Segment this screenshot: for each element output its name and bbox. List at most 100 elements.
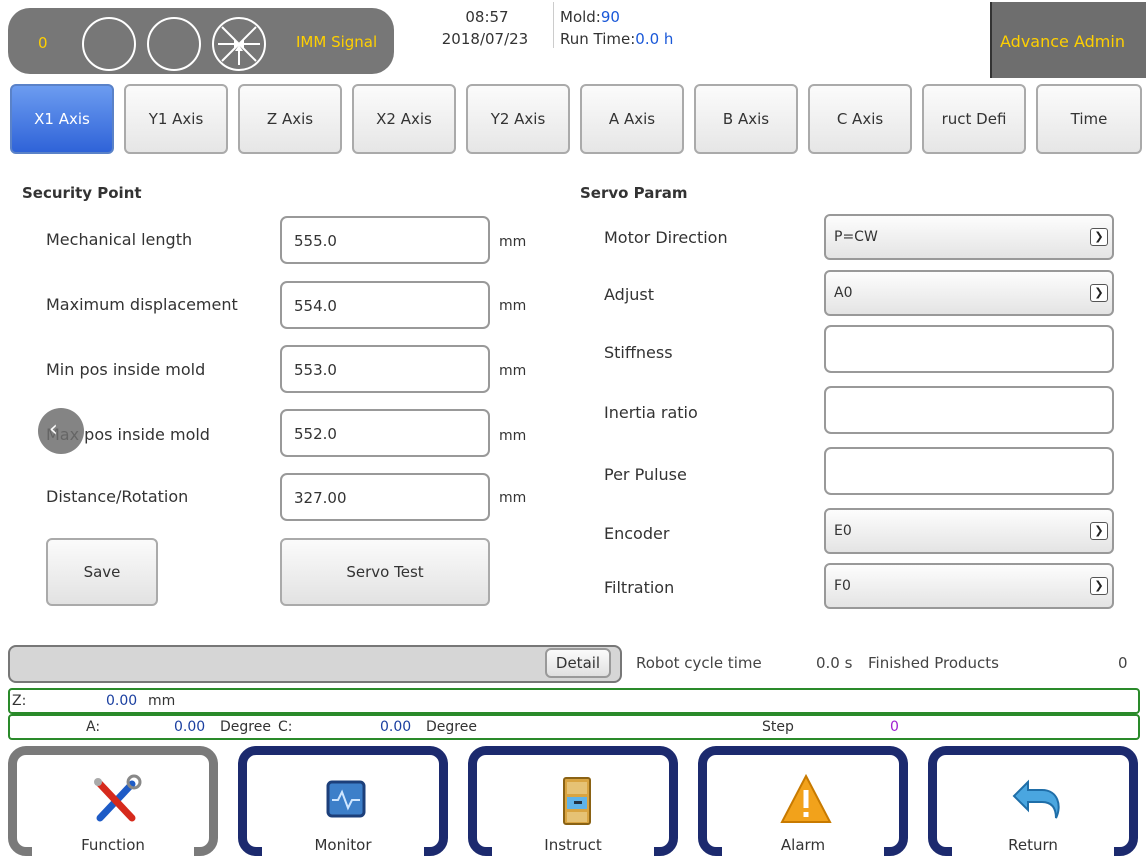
- tab-struct-define[interactable]: ruct Defi: [922, 84, 1026, 154]
- return-icon: [1012, 779, 1060, 819]
- tab-time[interactable]: Time: [1036, 84, 1142, 154]
- tools-icon: [94, 774, 142, 822]
- save-button[interactable]: Save: [46, 538, 158, 606]
- encoder-label: Encoder: [604, 524, 670, 543]
- distance-rotation-input[interactable]: 327.00: [280, 473, 490, 521]
- divider: [553, 2, 554, 48]
- unit-label: mm: [499, 428, 527, 444]
- dropdown-arrow-icon: ❯: [1090, 228, 1108, 246]
- motor-direction-value: P=CW: [834, 229, 878, 245]
- filtration-value: F0: [834, 578, 851, 594]
- dropdown-arrow-icon: ❯: [1090, 577, 1108, 595]
- motor-direction-label: Motor Direction: [604, 228, 728, 247]
- unit-label: mm: [499, 363, 527, 379]
- clock: 08:57 2018/07/23: [420, 6, 550, 50]
- runtime-value: 0.0 h: [635, 30, 674, 48]
- maximum-displacement-input[interactable]: 554.0: [280, 281, 490, 329]
- return-label: Return: [1008, 836, 1058, 854]
- detail-button[interactable]: Detail: [545, 648, 611, 678]
- c-value: 0.00: [380, 719, 412, 735]
- per-pulse-label: Per Puluse: [604, 465, 687, 484]
- instruct-button[interactable]: Instruct: [462, 742, 684, 858]
- servo-test-button[interactable]: Servo Test: [280, 538, 490, 606]
- monitor-button[interactable]: Monitor: [232, 742, 454, 858]
- mechanical-length-input[interactable]: 555.0: [280, 216, 490, 264]
- clock-date: 2018/07/23: [441, 30, 529, 48]
- finished-products-value: 0: [1118, 654, 1128, 672]
- signal-panel: 0 IMM Signal: [8, 8, 394, 74]
- instruct-label: Instruct: [544, 836, 602, 854]
- distance-rotation-label: Distance/Rotation: [46, 487, 189, 506]
- adjust-label: Adjust: [604, 285, 655, 304]
- max-pos-inside-mold-input[interactable]: 552.0: [280, 409, 490, 457]
- dropdown-arrow-icon: ❯: [1090, 522, 1108, 540]
- clock-time: 08:57: [465, 8, 509, 26]
- a-unit: Degree: [220, 719, 271, 735]
- cycle-progress-bar: [8, 645, 622, 683]
- user-login-button[interactable]: Advance Admin: [990, 2, 1146, 78]
- c-label: C:: [278, 719, 293, 735]
- adjust-select[interactable]: A0 ❯: [824, 270, 1114, 316]
- status-bar: 0 IMM Signal 08:57 2018/07/23 Mold:90 Ru…: [0, 0, 1146, 80]
- per-pulse-input[interactable]: [824, 447, 1114, 495]
- inertia-ratio-input[interactable]: [824, 386, 1114, 434]
- cabinet-icon: [563, 777, 591, 825]
- filtration-label: Filtration: [604, 578, 675, 597]
- tab-b-axis[interactable]: B Axis: [694, 84, 798, 154]
- tab-y1-axis[interactable]: Y1 Axis: [124, 84, 228, 154]
- monitor-icon: [326, 780, 366, 818]
- filtration-select[interactable]: F0 ❯: [824, 563, 1114, 609]
- mold-label: Mold:: [560, 8, 601, 26]
- return-button[interactable]: Return: [922, 742, 1144, 858]
- function-label: Function: [81, 836, 145, 854]
- mold-info: Mold:90 Run Time:0.0 h: [560, 6, 673, 50]
- imm-signal-icon: [212, 17, 266, 71]
- encoder-select[interactable]: E0 ❯: [824, 508, 1114, 554]
- mold-value: 90: [600, 8, 620, 26]
- tab-c-axis[interactable]: C Axis: [808, 84, 912, 154]
- position-readout-bar: Z: 0.00 mm: [8, 688, 1140, 714]
- alarm-label: Alarm: [780, 836, 826, 854]
- user-name: Advance Admin: [1000, 32, 1125, 51]
- angle-readout-bar: A: 0.00 Degree C: 0.00 Degree Step 0: [8, 714, 1140, 740]
- z-unit: mm: [148, 693, 176, 709]
- signal-circle-icon: [82, 17, 136, 71]
- cycle-time-value: 0.0 s: [816, 654, 853, 672]
- step-label: Step: [762, 719, 794, 735]
- runtime-label: Run Time:: [560, 30, 636, 48]
- tab-a-axis[interactable]: A Axis: [580, 84, 684, 154]
- step-value: 0: [890, 719, 899, 735]
- dropdown-arrow-icon: ❯: [1090, 284, 1108, 302]
- function-button[interactable]: Function: [2, 742, 224, 858]
- unit-label: mm: [499, 234, 527, 250]
- tab-x1-axis[interactable]: X1 Axis: [10, 84, 114, 154]
- cycle-time-label: Robot cycle time: [636, 654, 762, 672]
- mechanical-length-label: Mechanical length: [46, 230, 193, 249]
- unit-label: mm: [499, 298, 527, 314]
- stiffness-input[interactable]: [824, 325, 1114, 373]
- tab-y2-axis[interactable]: Y2 Axis: [466, 84, 570, 154]
- alarm-button[interactable]: Alarm: [692, 742, 914, 858]
- inertia-ratio-label: Inertia ratio: [604, 403, 698, 422]
- monitor-label: Monitor: [314, 836, 372, 854]
- back-arrow-icon[interactable]: ‹: [38, 408, 84, 454]
- c-unit: Degree: [426, 719, 477, 735]
- encoder-value: E0: [834, 523, 852, 539]
- tab-x2-axis[interactable]: X2 Axis: [352, 84, 456, 154]
- security-point-title: Security Point: [22, 184, 142, 202]
- adjust-value: A0: [834, 285, 853, 301]
- axis-tabs: X1 Axis Y1 Axis Z Axis X2 Axis Y2 Axis A…: [0, 84, 1146, 156]
- signal-circle-icon: [147, 17, 201, 71]
- status-count: 0: [38, 34, 48, 52]
- stiffness-label: Stiffness: [604, 343, 673, 362]
- tab-z-axis[interactable]: Z Axis: [238, 84, 342, 154]
- imm-signal-label: IMM Signal: [296, 33, 378, 51]
- finished-products-label: Finished Products: [868, 654, 999, 672]
- motor-direction-select[interactable]: P=CW ❯: [824, 214, 1114, 260]
- maximum-displacement-label: Maximum displacement: [46, 295, 238, 314]
- z-label: Z:: [12, 693, 27, 709]
- alarm-icon: [780, 773, 832, 823]
- min-pos-inside-mold-label: Min pos inside mold: [46, 360, 206, 379]
- unit-label: mm: [499, 490, 527, 506]
- min-pos-inside-mold-input[interactable]: 553.0: [280, 345, 490, 393]
